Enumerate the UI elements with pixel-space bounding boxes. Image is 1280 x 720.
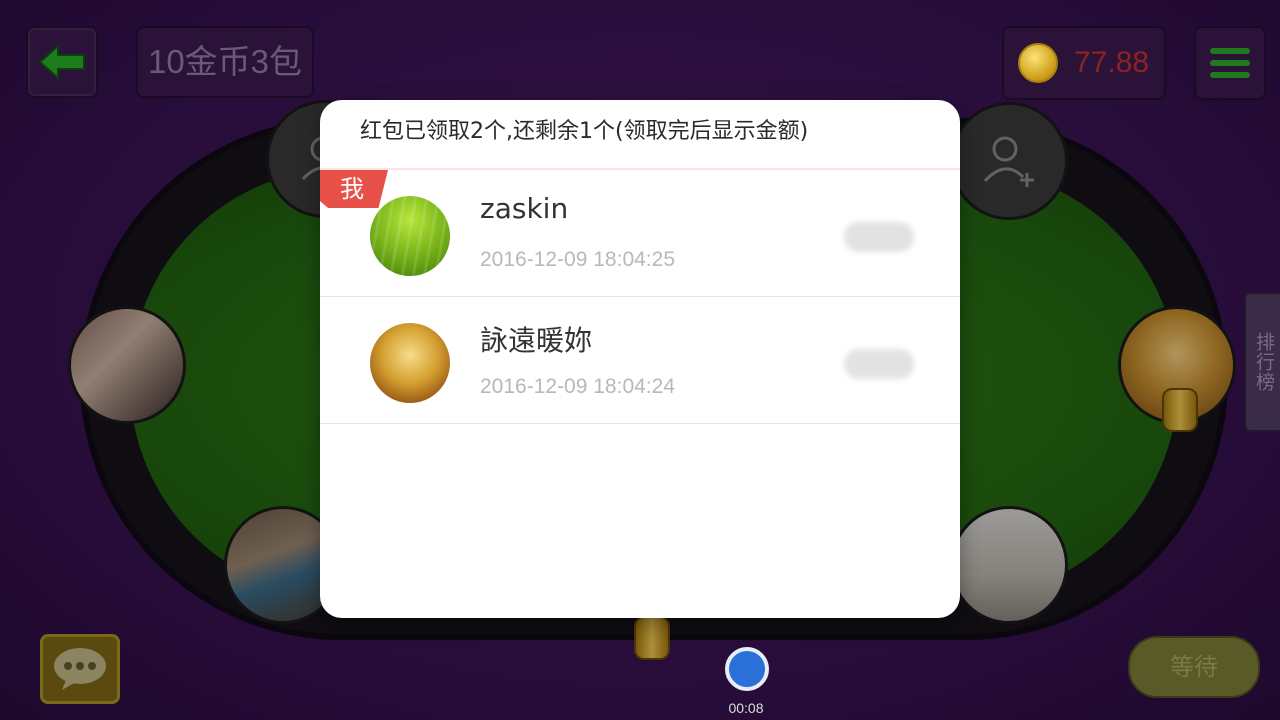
avatar[interactable] — [370, 196, 450, 276]
menu-button[interactable] — [1194, 26, 1266, 100]
chat-button[interactable] — [40, 634, 120, 704]
list-item: 詠遠暖妳 2016-12-09 18:04:24 — [320, 297, 960, 424]
player-name: zaskin — [480, 192, 569, 225]
hidden-amount — [844, 349, 914, 379]
player-name: 詠遠暖妳 — [480, 324, 593, 357]
room-title: 10金币3包 — [136, 26, 314, 98]
countdown-timer: 00:08 — [728, 700, 764, 716]
hamburger-menu-icon — [1210, 48, 1250, 54]
dialog-title: 红包已领取2个,还剩余1个(领取完后显示金额) — [320, 100, 960, 170]
list-item: zaskin 2016-12-09 18:04:25 — [320, 170, 960, 297]
hidden-amount — [844, 222, 914, 252]
wait-button[interactable]: 等待 — [1128, 636, 1260, 698]
me-badge: 我 — [320, 170, 388, 208]
timer-icon — [725, 647, 769, 691]
leaderboard-tab[interactable]: 排行榜 — [1244, 292, 1280, 432]
coin-balance-value: 77.88 — [1074, 46, 1150, 79]
coin-balance: 77.88 — [1002, 26, 1166, 100]
back-button[interactable] — [26, 26, 98, 98]
claim-time: 2016-12-09 18:04:24 — [480, 375, 675, 398]
menu-line — [1210, 60, 1250, 66]
red-packet-dialog: 红包已领取2个,还剩余1个(领取完后显示金额) zaskin 2016-12-0… — [320, 100, 960, 618]
gold-coin-icon — [1018, 43, 1058, 83]
claim-time: 2016-12-09 18:04:25 — [480, 248, 675, 271]
chat-bubble-icon — [54, 648, 106, 690]
menu-line — [1210, 72, 1250, 78]
arrow-left-icon — [38, 44, 85, 80]
avatar[interactable] — [370, 323, 450, 403]
